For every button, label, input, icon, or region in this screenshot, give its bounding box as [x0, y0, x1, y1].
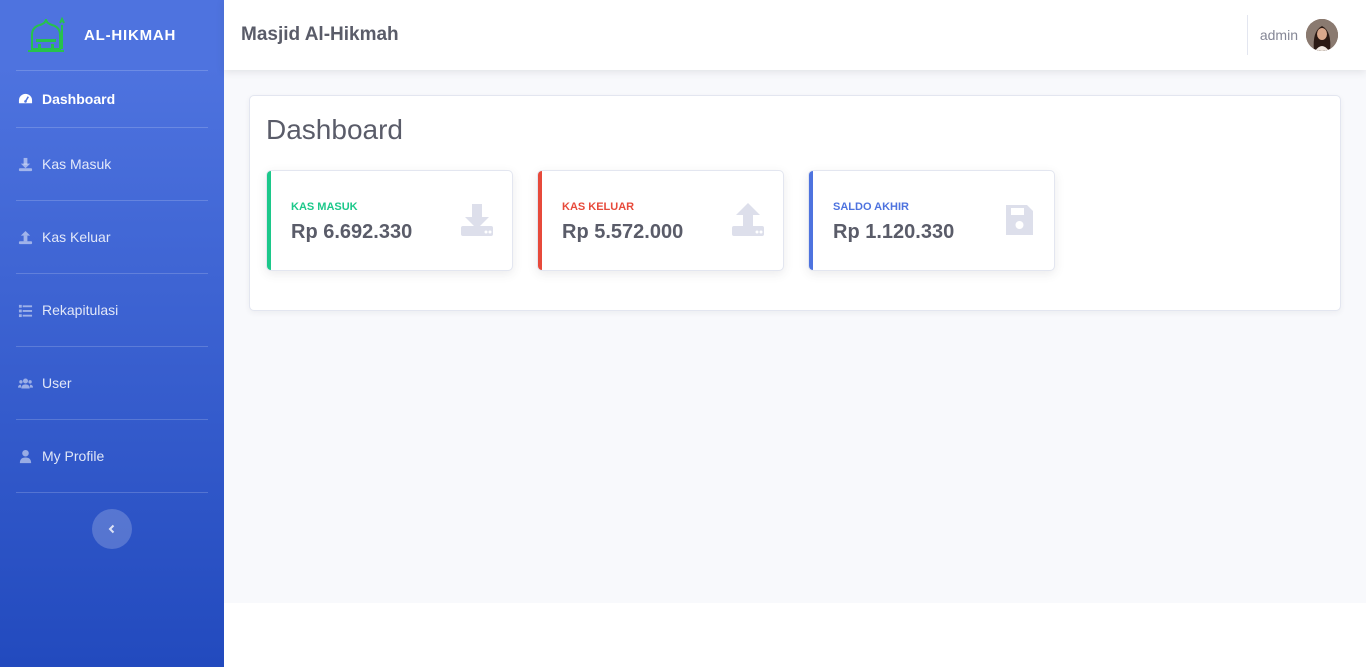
save-icon [1002, 202, 1036, 238]
users-icon [17, 375, 33, 391]
topbar-divider [1246, 15, 1248, 55]
sidebar-item-kas-keluar[interactable]: Kas Keluar [0, 201, 224, 273]
sidebar-item-label: My Profile [42, 448, 105, 464]
stat-label: SALDO AKHIR [833, 201, 909, 213]
user-icon [17, 448, 33, 464]
stat-card-accent [809, 171, 813, 270]
sidebar-item-label: Kas Masuk [42, 156, 112, 172]
sidebar-item-rekapitulasi[interactable]: Rekapitulasi [0, 274, 224, 346]
sidebar-toggle-button[interactable] [92, 509, 132, 549]
stat-card-kas-masuk: KAS MASUK Rp 6.692.330 [266, 170, 513, 271]
chevron-left-icon [108, 524, 115, 534]
sidebar-brand[interactable]: AL-HIKMAH [0, 0, 224, 70]
dashboard-card: Dashboard KAS MASUK Rp 6.692.330 KAS KEL… [249, 95, 1341, 311]
sidebar-item-kas-masuk[interactable]: Kas Masuk [0, 128, 224, 200]
download-icon [460, 202, 494, 238]
dashboard-heading: Dashboard [266, 114, 403, 145]
sidebar-item-my-profile[interactable]: My Profile [0, 420, 224, 492]
stat-card-kas-keluar: KAS KELUAR Rp 5.572.000 [537, 170, 784, 271]
download-icon [17, 156, 33, 172]
tachometer-icon [17, 91, 33, 107]
stat-value: Rp 6.692.330 [291, 221, 413, 243]
sidebar: AL-HIKMAH Dashboard Kas Masuk Kas Keluar… [0, 0, 224, 667]
sidebar-toggle-wrap [0, 493, 224, 549]
stat-value: Rp 5.572.000 [562, 221, 684, 243]
sidebar-item-user[interactable]: User [0, 347, 224, 419]
stat-label: KAS MASUK [291, 201, 358, 213]
avatar[interactable] [1306, 19, 1338, 51]
list-icon [17, 302, 33, 318]
sidebar-item-label: Dashboard [42, 91, 116, 107]
brand-name: AL-HIKMAH [84, 26, 177, 44]
upload-icon [17, 229, 33, 245]
sidebar-item-dashboard[interactable]: Dashboard [0, 71, 224, 127]
topbar: Masjid Al-Hikmah admin [224, 0, 1366, 70]
user-dropdown[interactable]: admin [1246, 0, 1366, 70]
stat-card-accent [538, 171, 542, 270]
upload-icon [731, 202, 765, 238]
page-title: Masjid Al-Hikmah [241, 24, 399, 45]
sidebar-item-label: Rekapitulasi [42, 302, 119, 318]
stat-card-saldo-akhir: SALDO AKHIR Rp 1.120.330 [808, 170, 1055, 271]
mosque-logo-icon [28, 16, 65, 52]
stat-value: Rp 1.120.330 [833, 221, 955, 243]
user-name: admin [1259, 27, 1298, 43]
sidebar-item-label: User [42, 375, 72, 391]
stat-card-accent [267, 171, 271, 270]
sidebar-item-label: Kas Keluar [42, 229, 111, 245]
stat-label: KAS KELUAR [562, 201, 635, 213]
